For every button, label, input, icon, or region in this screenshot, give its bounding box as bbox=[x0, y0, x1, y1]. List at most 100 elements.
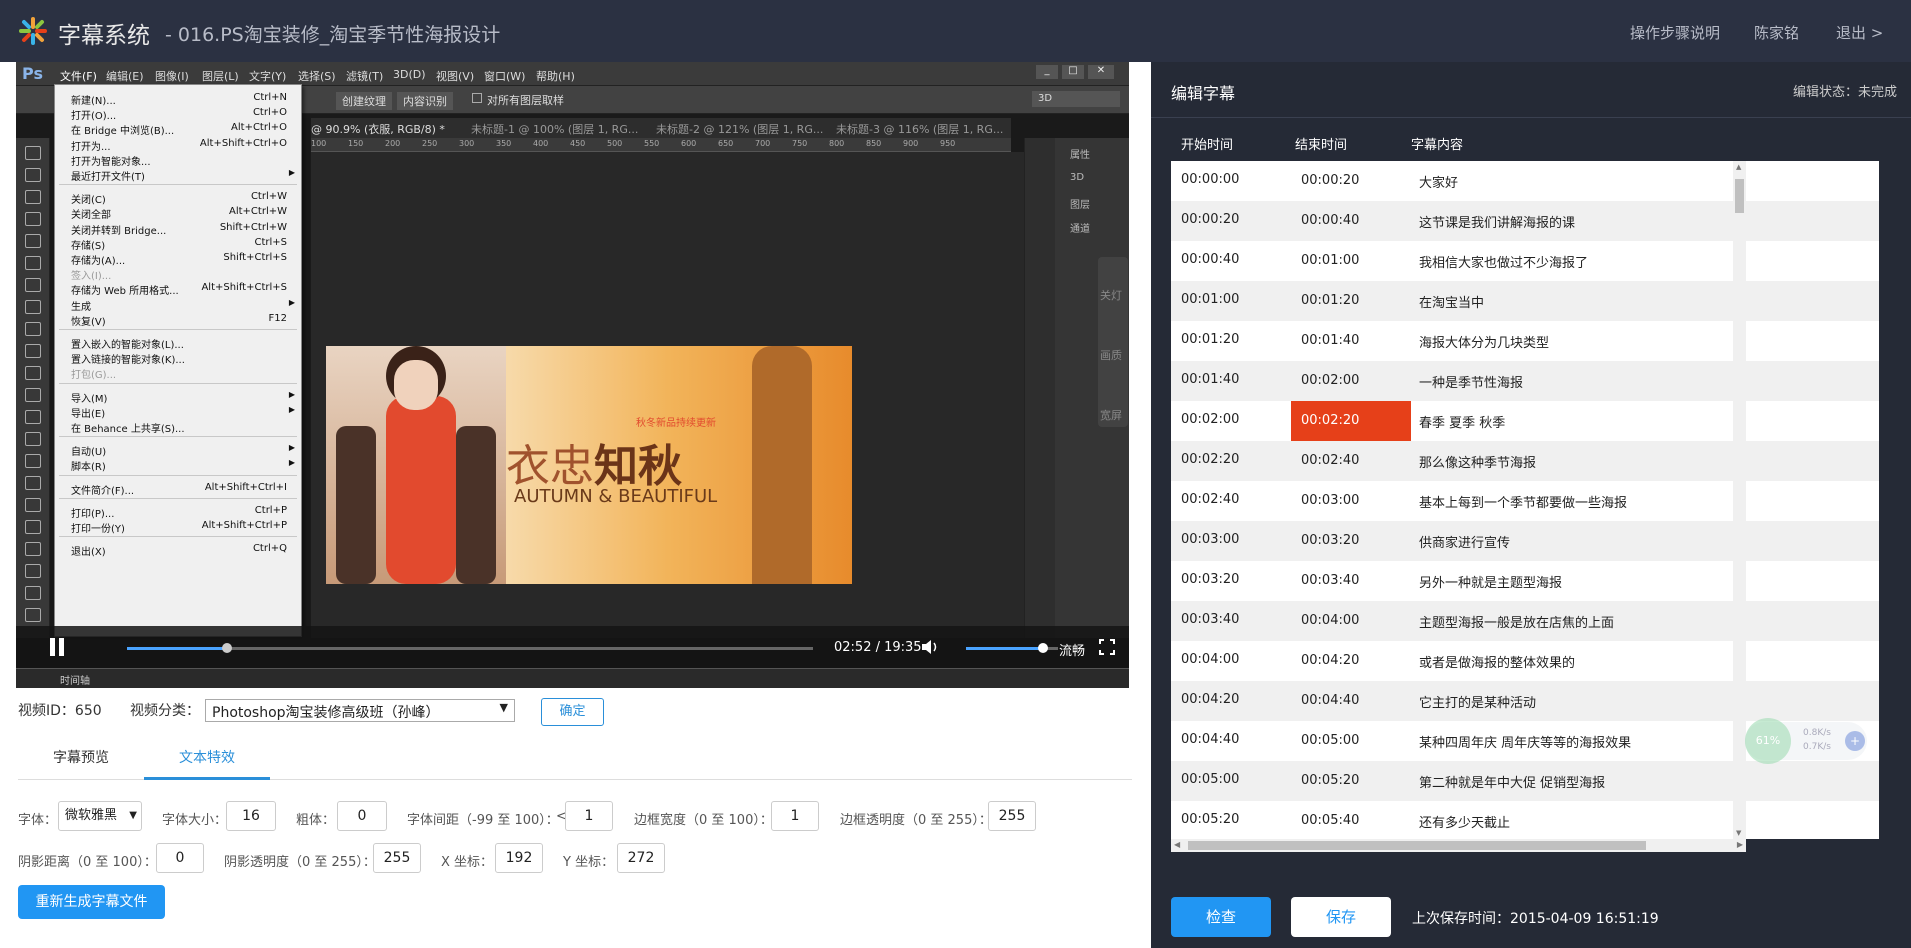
start-time-cell[interactable]: 00:02:00 bbox=[1181, 412, 1239, 427]
start-time-cell[interactable]: 00:05:20 bbox=[1181, 812, 1239, 827]
subtitle-text-cell[interactable]: 这节课是我们讲解海报的课 bbox=[1419, 212, 1575, 231]
horizontal-scrollbar[interactable]: ◀ ▶ bbox=[1171, 839, 1746, 852]
subtitle-text-cell[interactable]: 还有多少天截止 bbox=[1419, 812, 1510, 831]
end-time-cell[interactable]: 00:02:40 bbox=[1291, 441, 1411, 481]
subtitle-row[interactable]: 00:03:20 00:03:40 另外一种就是主题型海报 bbox=[1171, 561, 1879, 601]
nav-help-link[interactable]: 操作步骤说明 bbox=[1630, 22, 1720, 43]
start-time-cell[interactable]: 00:02:40 bbox=[1181, 492, 1239, 507]
end-time-cell[interactable]: 00:03:20 bbox=[1291, 521, 1411, 561]
start-time-cell[interactable]: 00:04:40 bbox=[1181, 732, 1239, 747]
subtitle-text-cell[interactable]: 在淘宝当中 bbox=[1419, 292, 1484, 311]
end-time-cell[interactable]: 00:04:00 bbox=[1291, 601, 1411, 641]
start-time-cell[interactable]: 00:04:20 bbox=[1181, 692, 1239, 707]
end-time-cell[interactable]: 00:04:40 bbox=[1291, 681, 1411, 721]
start-time-cell[interactable]: 00:01:00 bbox=[1181, 292, 1239, 307]
tab-subtitle-preview[interactable]: 字幕预览 bbox=[18, 740, 144, 780]
subtitle-text-cell[interactable]: 第二种就是年中大促 促销型海报 bbox=[1419, 772, 1605, 791]
shadow-distance-input[interactable]: 0 bbox=[156, 843, 204, 873]
border-width-input[interactable]: 1 bbox=[771, 801, 819, 831]
start-time-cell[interactable]: 00:03:00 bbox=[1181, 532, 1239, 547]
subtitle-text-cell[interactable]: 我相信大家也做过不少海报了 bbox=[1419, 252, 1588, 271]
subtitle-text-cell[interactable]: 基本上每到一个季节都要做一些海报 bbox=[1419, 492, 1627, 511]
subtitle-row[interactable]: 00:05:20 00:05:40 还有多少天截止 bbox=[1171, 801, 1879, 839]
font-select[interactable]: 微软雅黑 ▼ bbox=[58, 801, 142, 831]
end-time-cell[interactable]: 00:03:00 bbox=[1291, 481, 1411, 521]
subtitle-text-cell[interactable]: 供商家进行宣传 bbox=[1419, 532, 1510, 551]
bold-input[interactable]: 0 bbox=[337, 801, 387, 831]
start-time-cell[interactable]: 00:00:00 bbox=[1181, 172, 1239, 187]
end-time-cell[interactable]: 00:04:20 bbox=[1291, 641, 1411, 681]
start-time-cell[interactable]: 00:03:20 bbox=[1181, 572, 1239, 587]
subtitle-text-cell[interactable]: 那么像这种季节海报 bbox=[1419, 452, 1536, 471]
subtitle-row[interactable]: 00:05:00 00:05:20 第二种就是年中大促 促销型海报 bbox=[1171, 761, 1879, 801]
end-time-cell[interactable]: 00:02:00 bbox=[1291, 361, 1411, 401]
category-select[interactable]: Photoshop淘宝装修高级班（孙峰） ▼ bbox=[205, 699, 515, 722]
subtitle-text-cell[interactable]: 某种四周年庆 周年庆等等的海报效果 bbox=[1419, 732, 1631, 751]
subtitle-row[interactable]: 00:00:20 00:00:40 这节课是我们讲解海报的课 bbox=[1171, 201, 1879, 241]
end-time-cell[interactable]: 00:01:00 bbox=[1291, 241, 1411, 281]
subtitle-text-cell[interactable]: 另外一种就是主题型海报 bbox=[1419, 572, 1562, 591]
border-alpha-input[interactable]: 255 bbox=[988, 801, 1036, 831]
subtitle-row[interactable]: 00:02:20 00:02:40 那么像这种季节海报 bbox=[1171, 441, 1879, 481]
regenerate-button[interactable]: 重新生成字幕文件 bbox=[18, 885, 165, 919]
subtitle-row[interactable]: 00:01:00 00:01:20 在淘宝当中 bbox=[1171, 281, 1879, 321]
start-time-cell[interactable]: 00:00:40 bbox=[1181, 252, 1239, 267]
x-coord-input[interactable]: 192 bbox=[495, 843, 543, 873]
progress-bar[interactable] bbox=[127, 643, 813, 653]
end-time-cell[interactable]: 00:05:20 bbox=[1291, 761, 1411, 801]
subtitle-text-cell[interactable]: 或者是做海报的整体效果的 bbox=[1419, 652, 1575, 671]
fullscreen-icon[interactable] bbox=[1099, 639, 1115, 655]
end-time-cell[interactable]: 00:03:40 bbox=[1291, 561, 1411, 601]
subtitle-row[interactable]: 00:02:40 00:03:00 基本上每到一个季节都要做一些海报 bbox=[1171, 481, 1879, 521]
subtitle-row[interactable]: 00:00:40 00:01:00 我相信大家也做过不少海报了 bbox=[1171, 241, 1879, 281]
tab-text-effects[interactable]: 文本特效 bbox=[144, 740, 270, 780]
confirm-button[interactable]: 确定 bbox=[541, 698, 604, 726]
pause-icon[interactable] bbox=[50, 638, 55, 656]
subtitle-row[interactable]: 00:03:40 00:04:00 主题型海报一般是放在店焦的上面 bbox=[1171, 601, 1879, 641]
subtitle-row[interactable]: 00:01:20 00:01:40 海报大体分为几块类型 bbox=[1171, 321, 1879, 361]
subtitle-text-cell[interactable]: 春季 夏季 秋季 bbox=[1419, 412, 1505, 431]
volume-handle[interactable] bbox=[1038, 643, 1049, 653]
nav-logout-link[interactable]: 退出 > bbox=[1836, 22, 1883, 43]
y-coord-input[interactable]: 272 bbox=[617, 843, 665, 873]
subtitle-row[interactable]: 00:02:00 00:02:20 春季 夏季 秋季 bbox=[1171, 401, 1879, 441]
subtitle-row[interactable]: 00:03:00 00:03:20 供商家进行宣传 bbox=[1171, 521, 1879, 561]
subtitle-row[interactable]: 00:01:40 00:02:00 一种是季节性海报 bbox=[1171, 361, 1879, 401]
end-time-cell[interactable]: 00:01:40 bbox=[1291, 321, 1411, 361]
start-time-cell[interactable]: 00:03:40 bbox=[1181, 612, 1239, 627]
end-time-cell[interactable]: 00:00:20 bbox=[1291, 161, 1411, 201]
volume-slider[interactable] bbox=[966, 643, 1058, 653]
subtitle-text-cell[interactable]: 主题型海报一般是放在店焦的上面 bbox=[1419, 612, 1614, 631]
end-time-cell[interactable]: 00:00:40 bbox=[1291, 201, 1411, 241]
start-time-cell[interactable]: 00:01:20 bbox=[1181, 332, 1239, 347]
subtitle-row[interactable]: 00:00:00 00:00:20 大家好 bbox=[1171, 161, 1879, 201]
check-button[interactable]: 检查 bbox=[1171, 897, 1271, 937]
quality-label[interactable]: 流畅 bbox=[1059, 640, 1085, 659]
plus-icon[interactable]: + bbox=[1845, 731, 1865, 751]
volume-icon[interactable] bbox=[920, 638, 940, 656]
subtitle-text-cell[interactable]: 它主打的是某种活动 bbox=[1419, 692, 1536, 711]
start-time-cell[interactable]: 00:04:00 bbox=[1181, 652, 1239, 667]
progress-handle[interactable] bbox=[222, 643, 233, 653]
subtitle-text-cell[interactable]: 大家好 bbox=[1419, 172, 1458, 191]
subtitle-text-cell[interactable]: 一种是季节性海报 bbox=[1419, 372, 1523, 391]
end-time-cell[interactable]: 00:01:20 bbox=[1291, 281, 1411, 321]
spacing-input[interactable]: 1 bbox=[565, 801, 613, 831]
video-player[interactable]: Ps 文件(F) 编辑(E) 图像(I) 图层(L) 文字(Y) 选择(S) 滤… bbox=[16, 62, 1129, 688]
subtitle-text-cell[interactable]: 海报大体分为几块类型 bbox=[1419, 332, 1549, 351]
start-time-cell[interactable]: 00:01:40 bbox=[1181, 372, 1239, 387]
quality-button[interactable]: 画质 bbox=[1100, 347, 1122, 363]
vertical-scrollbar[interactable]: ▲ ▼ bbox=[1733, 161, 1746, 839]
lights-off-button[interactable]: 关灯 bbox=[1100, 287, 1122, 303]
start-time-cell[interactable]: 00:05:00 bbox=[1181, 772, 1239, 787]
end-time-cell[interactable]: 00:05:40 bbox=[1291, 801, 1411, 839]
widescreen-button[interactable]: 宽屏 bbox=[1100, 407, 1122, 423]
start-time-cell[interactable]: 00:00:20 bbox=[1181, 212, 1239, 227]
font-size-input[interactable]: 16 bbox=[226, 801, 276, 831]
end-time-cell[interactable]: 00:05:00 bbox=[1291, 721, 1411, 761]
shadow-alpha-input[interactable]: 255 bbox=[373, 843, 421, 873]
save-button[interactable]: 保存 bbox=[1291, 897, 1391, 937]
nav-user-link[interactable]: 陈家铭 bbox=[1754, 22, 1799, 43]
end-time-cell[interactable]: 00:02:20 bbox=[1291, 401, 1411, 441]
subtitle-row[interactable]: 00:04:00 00:04:20 或者是做海报的整体效果的 bbox=[1171, 641, 1879, 681]
